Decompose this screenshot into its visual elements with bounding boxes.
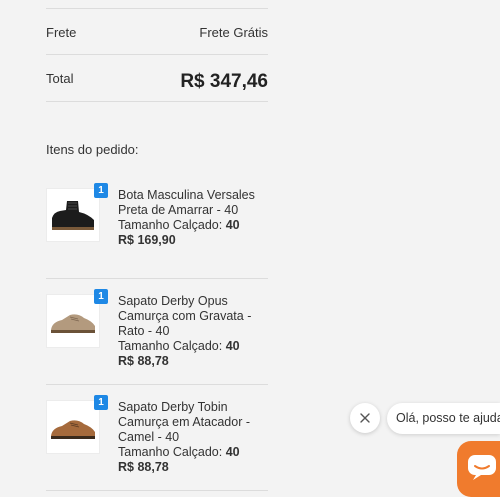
chat-open-button[interactable]	[457, 441, 500, 497]
item-price: R$ 88,78	[118, 460, 169, 474]
order-item: 1 Sapato Derby Opus Camurça com Gravata …	[46, 289, 268, 374]
size-label: Tamanho Calçado:	[118, 445, 223, 459]
item-name: Sapato Derby Tobin Camurça em Atacador -…	[118, 400, 250, 444]
chat-close-button[interactable]	[350, 403, 380, 433]
size-value: 40	[225, 445, 240, 459]
item-price: R$ 169,90	[118, 233, 176, 247]
divider	[46, 490, 268, 491]
quantity-badge: 1	[94, 183, 108, 198]
item-size: Tamanho Calçado: 40	[118, 218, 268, 233]
size-label: Tamanho Calçado:	[118, 218, 223, 232]
divider	[46, 54, 268, 55]
item-price: R$ 88,78	[118, 354, 169, 368]
item-name: Sapato Derby Opus Camurça com Gravata - …	[118, 294, 252, 338]
beige-derby-shoe-image	[46, 294, 100, 348]
item-info: Sapato Derby Opus Camurça com Gravata - …	[118, 294, 268, 369]
shipping-value: Frete Grátis	[199, 25, 268, 40]
shipping-label: Frete	[46, 25, 77, 40]
quantity-badge: 1	[94, 395, 108, 410]
divider	[46, 384, 268, 385]
item-name: Bota Masculina Versales Preta de Amarrar…	[118, 188, 255, 217]
close-icon	[360, 413, 370, 423]
size-value: 40	[225, 339, 240, 353]
order-item: 1 Sapato Derby Tobin Camurça em Atacador…	[46, 395, 268, 480]
item-size: Tamanho Calçado: 40	[118, 339, 268, 354]
total-label: Total	[46, 71, 74, 86]
size-value: 40	[225, 218, 240, 232]
quantity-badge: 1	[94, 289, 108, 304]
item-size: Tamanho Calçado: 40	[118, 445, 268, 460]
chat-icon	[468, 455, 496, 480]
divider	[46, 8, 268, 9]
size-label: Tamanho Calçado:	[118, 339, 223, 353]
divider	[46, 101, 268, 102]
black-boot-image	[46, 188, 100, 242]
order-item: 1 Bota Masculina Versales Preta de Amarr…	[46, 183, 268, 268]
total-value: R$ 347,46	[180, 71, 268, 92]
chat-greeting[interactable]: Olá, posso te ajudar?	[387, 403, 500, 434]
camel-derby-shoe-image	[46, 400, 100, 454]
divider	[46, 278, 268, 279]
item-info: Sapato Derby Tobin Camurça em Atacador -…	[118, 400, 268, 475]
item-info: Bota Masculina Versales Preta de Amarrar…	[118, 188, 268, 248]
items-title: Itens do pedido:	[46, 142, 139, 157]
